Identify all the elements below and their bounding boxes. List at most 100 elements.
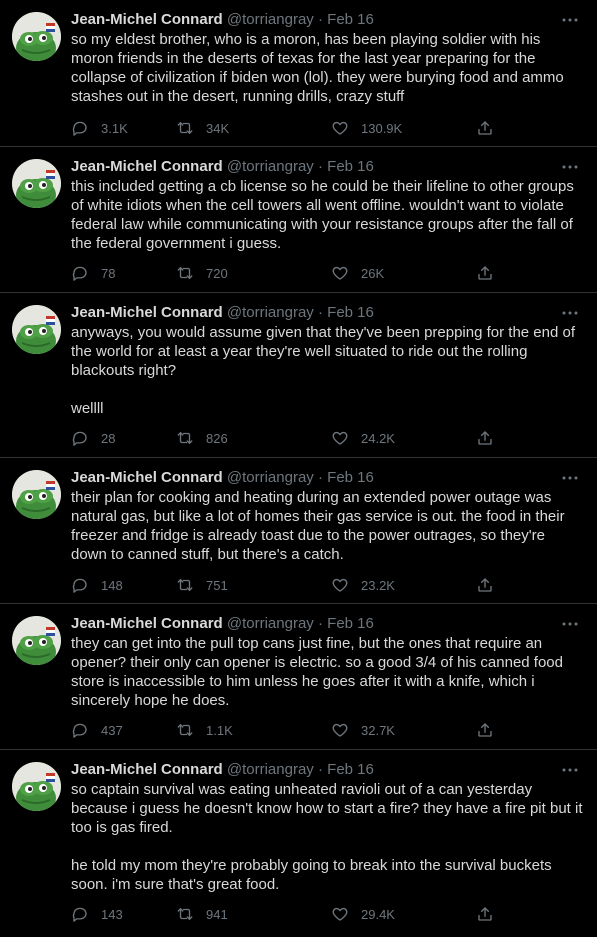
reply-count: 148 — [101, 577, 123, 593]
retweet-button[interactable]: 941 — [176, 904, 228, 924]
retweet-count: 941 — [206, 906, 228, 922]
separator-dot: · — [317, 469, 323, 486]
share-button[interactable] — [476, 118, 494, 138]
reply-button[interactable]: 3.1K — [71, 118, 128, 138]
reply-button[interactable]: 28 — [71, 428, 115, 448]
tweet[interactable]: Jean-Michel Connard @torriangray · Feb 1… — [0, 604, 597, 750]
author-name[interactable]: Jean-Michel Connard — [71, 304, 223, 321]
share-icon — [476, 721, 494, 739]
tweet-text: they can get into the pull top cans just… — [71, 634, 583, 710]
heart-icon — [331, 429, 349, 447]
tweet-text: so captain survival was eating unheated … — [71, 780, 583, 894]
like-count: 24.2K — [361, 430, 395, 446]
reply-count: 143 — [101, 906, 123, 922]
heart-icon — [331, 119, 349, 137]
retweet-button[interactable]: 826 — [176, 428, 228, 448]
reply-button[interactable]: 148 — [71, 575, 123, 595]
reply-bubble-icon — [71, 905, 89, 923]
share-icon — [476, 429, 494, 447]
share-button[interactable] — [476, 263, 494, 283]
like-button[interactable]: 29.4K — [331, 904, 395, 924]
reply-count: 3.1K — [101, 120, 128, 136]
retweet-count: 34K — [206, 120, 230, 136]
author-handle[interactable]: @torriangray — [227, 469, 314, 486]
share-button[interactable] — [476, 904, 494, 924]
reply-button[interactable]: 143 — [71, 904, 123, 924]
avatar[interactable] — [12, 470, 61, 519]
tweet-date[interactable]: Feb 16 — [327, 304, 374, 321]
like-button[interactable]: 24.2K — [331, 428, 395, 448]
tweet[interactable]: Jean-Michel Connard @torriangray · Feb 1… — [0, 147, 597, 293]
share-button[interactable] — [476, 428, 494, 448]
retweet-icon — [176, 721, 194, 739]
more-dots-icon[interactable] — [561, 157, 579, 177]
retweet-button[interactable]: 720 — [176, 263, 228, 283]
tweet[interactable]: Jean-Michel Connard @torriangray · Feb 1… — [0, 0, 597, 147]
tweet-text: this included getting a cb license so he… — [71, 177, 583, 253]
more-dots-icon[interactable] — [561, 10, 579, 30]
tweet[interactable]: Jean-Michel Connard @torriangray · Feb 1… — [0, 458, 597, 604]
like-button[interactable]: 26K — [331, 263, 384, 283]
avatar[interactable] — [12, 762, 61, 811]
tweet-actions: 148 751 23.2K — [71, 575, 511, 595]
tweet-header: Jean-Michel Connard @torriangray · Feb 1… — [71, 10, 583, 30]
avatar[interactable] — [12, 305, 61, 354]
share-button[interactable] — [476, 720, 494, 740]
author-handle[interactable]: @torriangray — [227, 158, 314, 175]
author-name[interactable]: Jean-Michel Connard — [71, 158, 223, 175]
separator-dot: · — [317, 615, 323, 632]
retweet-button[interactable]: 1.1K — [176, 720, 233, 740]
retweet-button[interactable]: 34K — [176, 118, 229, 138]
separator-dot: · — [317, 761, 323, 778]
like-count: 130.9K — [361, 120, 403, 136]
like-button[interactable]: 130.9K — [331, 118, 402, 138]
more-dots-icon[interactable] — [561, 303, 579, 323]
tweet-text: so my eldest brother, who is a moron, ha… — [71, 30, 583, 106]
like-count: 23.2K — [361, 577, 395, 593]
retweet-icon — [176, 119, 194, 137]
reply-bubble-icon — [71, 721, 89, 739]
tweet-date[interactable]: Feb 16 — [327, 158, 374, 175]
tweet[interactable]: Jean-Michel Connard @torriangray · Feb 1… — [0, 750, 597, 937]
more-dots-icon[interactable] — [561, 614, 579, 634]
like-button[interactable]: 23.2K — [331, 575, 395, 595]
share-icon — [476, 576, 494, 594]
more-dots-icon[interactable] — [561, 468, 579, 488]
tweet[interactable]: Jean-Michel Connard @torriangray · Feb 1… — [0, 293, 597, 458]
tweet-date[interactable]: Feb 16 — [327, 11, 374, 28]
author-name[interactable]: Jean-Michel Connard — [71, 761, 223, 778]
retweet-icon — [176, 576, 194, 594]
author-handle[interactable]: @torriangray — [227, 304, 314, 321]
share-icon — [476, 119, 494, 137]
reply-button[interactable]: 437 — [71, 720, 123, 740]
author-name[interactable]: Jean-Michel Connard — [71, 11, 223, 28]
reply-button[interactable]: 78 — [71, 263, 115, 283]
share-button[interactable] — [476, 575, 494, 595]
author-name[interactable]: Jean-Michel Connard — [71, 469, 223, 486]
share-icon — [476, 264, 494, 282]
heart-icon — [331, 905, 349, 923]
retweet-count: 1.1K — [206, 722, 233, 738]
avatar[interactable] — [12, 616, 61, 665]
author-handle[interactable]: @torriangray — [227, 11, 314, 28]
share-icon — [476, 905, 494, 923]
tweet-date[interactable]: Feb 16 — [327, 469, 374, 486]
separator-dot: · — [317, 304, 323, 321]
more-dots-icon[interactable] — [561, 760, 579, 780]
reply-bubble-icon — [71, 264, 89, 282]
tweet-date[interactable]: Feb 16 — [327, 615, 374, 632]
tweet-actions: 78 720 26K — [71, 263, 511, 283]
like-button[interactable]: 32.7K — [331, 720, 395, 740]
tweet-actions: 143 941 29.4K — [71, 904, 511, 924]
retweet-button[interactable]: 751 — [176, 575, 228, 595]
author-handle[interactable]: @torriangray — [227, 761, 314, 778]
avatar[interactable] — [12, 12, 61, 61]
tweet-paragraph: anyways, you would assume given that the… — [71, 324, 576, 379]
tweet-date[interactable]: Feb 16 — [327, 761, 374, 778]
author-handle[interactable]: @torriangray — [227, 615, 314, 632]
reply-count: 28 — [101, 430, 116, 446]
avatar[interactable] — [12, 159, 61, 208]
like-count: 29.4K — [361, 906, 395, 922]
author-name[interactable]: Jean-Michel Connard — [71, 615, 223, 632]
tweet-paragraph: wellll — [71, 400, 104, 417]
